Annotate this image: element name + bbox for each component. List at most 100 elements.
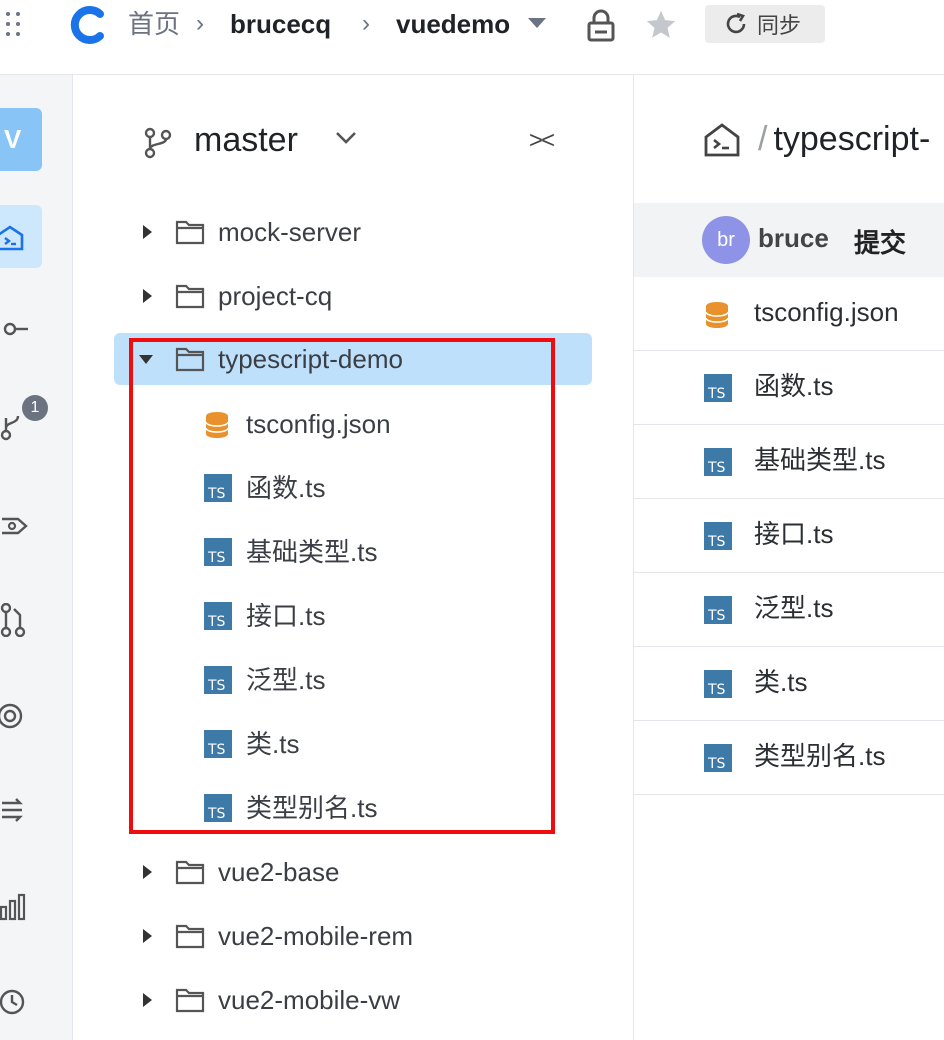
collapse-panel-icon[interactable]: ><	[529, 127, 555, 155]
collapse-arrow-icon[interactable]	[139, 355, 153, 364]
expand-arrow-icon[interactable]	[143, 929, 152, 943]
expand-arrow-icon[interactable]	[143, 289, 152, 303]
refresh-icon	[726, 12, 746, 34]
stats-icon[interactable]	[0, 893, 28, 921]
svg-text:TS: TS	[207, 614, 226, 630]
tree-folder-row[interactable]: vue2-mobile-vw	[73, 974, 633, 1026]
file-name[interactable]: 函数.ts	[754, 369, 833, 403]
left-nav-rail: V 1	[0, 75, 73, 1040]
pull-request-icon[interactable]	[0, 603, 26, 637]
expand-arrow-icon[interactable]	[143, 865, 152, 879]
folder-icon	[175, 220, 205, 245]
nav-code-active[interactable]	[0, 205, 42, 268]
star-icon[interactable]	[644, 8, 678, 42]
folder-icon	[175, 860, 205, 885]
file-list-item[interactable]: TS 类.ts	[634, 647, 944, 721]
tree-file-row[interactable]: TS 泛型.ts	[73, 654, 633, 706]
svg-text:TS: TS	[707, 386, 726, 402]
folder-icon	[175, 924, 205, 949]
typescript-file-icon: TS	[204, 730, 232, 758]
latest-commit-row[interactable]: br bruce 提交	[634, 203, 944, 277]
file-name: 接口.ts	[246, 601, 326, 631]
history-icon[interactable]	[0, 987, 28, 1017]
notification-badge: 1	[22, 395, 48, 421]
svg-text:TS: TS	[207, 550, 226, 566]
chevron-down-icon[interactable]	[335, 131, 357, 145]
sync-button[interactable]: 同步	[705, 5, 825, 43]
file-list-item[interactable]: TS 函数.ts	[634, 351, 944, 425]
tree-file-row[interactable]: TS 类.ts	[73, 718, 633, 770]
tree-folder-row[interactable]: vue2-mobile-rem	[73, 910, 633, 962]
top-bar: 首页 › brucecq › vuedemo 同步	[0, 0, 944, 75]
repo-dropdown-icon[interactable]	[528, 18, 546, 28]
typescript-file-icon: TS	[204, 666, 232, 694]
tree-folder-row[interactable]: mock-server	[73, 206, 633, 258]
typescript-file-icon: TS	[704, 522, 732, 550]
typescript-file-icon: TS	[704, 448, 732, 476]
tree-file-row[interactable]: TS 接口.ts	[73, 590, 633, 642]
file-list-panel: / typescript- br bruce 提交 tsconfig.json T…	[634, 75, 944, 1040]
typescript-file-icon: TS	[704, 596, 732, 624]
breadcrumb-repo[interactable]: vuedemo	[396, 8, 510, 40]
svg-text:TS: TS	[707, 756, 726, 772]
commit-author[interactable]: bruce	[758, 223, 829, 254]
path-separator: /	[758, 120, 768, 158]
file-name[interactable]: 泛型.ts	[754, 591, 833, 625]
typescript-file-icon: TS	[204, 602, 232, 630]
breadcrumb-separator: ›	[362, 10, 370, 37]
file-name[interactable]: 类型别名.ts	[754, 739, 885, 773]
app-logo-icon[interactable]	[66, 4, 108, 46]
file-name: 函数.ts	[246, 473, 326, 503]
typescript-file-icon: TS	[704, 374, 732, 402]
file-name[interactable]: tsconfig.json	[754, 295, 899, 329]
tag-icon[interactable]	[0, 513, 28, 539]
breadcrumb-home[interactable]: 首页	[128, 8, 180, 40]
tree-file-row[interactable]: TS 类型别名.ts	[73, 782, 633, 834]
file-list-item[interactable]: TS 基础类型.ts	[634, 425, 944, 499]
avatar: br	[702, 216, 750, 264]
commit-message[interactable]: 提交	[854, 223, 906, 260]
folder-name: vue2-base	[218, 857, 340, 887]
typescript-file-icon: TS	[704, 744, 732, 772]
breadcrumb-owner[interactable]: brucecq	[230, 8, 331, 40]
lock-icon[interactable]	[586, 8, 616, 42]
file-list-item[interactable]: TS 类型别名.ts	[634, 721, 944, 795]
file-name[interactable]: 接口.ts	[754, 517, 833, 551]
folder-name: project-cq	[218, 281, 333, 311]
tree-folder-row[interactable]: project-cq	[73, 270, 633, 322]
path-folder[interactable]: typescript-	[773, 120, 930, 158]
tree-file-row[interactable]: TS 基础类型.ts	[73, 526, 633, 578]
svg-text:TS: TS	[707, 608, 726, 624]
repo-home-icon[interactable]	[704, 123, 740, 157]
branch-selector[interactable]: master	[194, 119, 298, 161]
file-list-item[interactable]: tsconfig.json	[634, 277, 944, 351]
json-file-icon	[705, 302, 729, 328]
svg-text:TS: TS	[207, 486, 226, 502]
tree-file-row[interactable]: tsconfig.json	[73, 398, 633, 450]
target-icon[interactable]	[0, 701, 28, 731]
expand-arrow-icon[interactable]	[143, 225, 152, 239]
file-list-item[interactable]: TS 泛型.ts	[634, 573, 944, 647]
file-name[interactable]: 基础类型.ts	[754, 443, 885, 477]
svg-text:TS: TS	[707, 682, 726, 698]
typescript-file-icon: TS	[204, 794, 232, 822]
project-avatar[interactable]: V	[0, 108, 42, 171]
apps-grid-icon[interactable]	[6, 12, 26, 38]
svg-text:TS: TS	[207, 742, 226, 758]
file-name[interactable]: 类.ts	[754, 665, 807, 699]
commit-icon[interactable]	[0, 319, 30, 339]
breadcrumb-separator: ›	[196, 10, 204, 37]
file-name: tsconfig.json	[246, 409, 391, 439]
expand-arrow-icon[interactable]	[143, 993, 152, 1007]
tree-folder-row[interactable]: vue2-base	[73, 846, 633, 898]
typescript-file-icon: TS	[704, 670, 732, 698]
code-icon	[0, 225, 24, 251]
tree-folder-row-selected[interactable]: typescript-demo	[114, 333, 592, 385]
file-tree-panel: master >< mock-server project-cq typescr…	[73, 75, 634, 1040]
pipeline-icon[interactable]	[0, 795, 26, 825]
svg-text:TS: TS	[207, 806, 226, 822]
file-list-item[interactable]: TS 接口.ts	[634, 499, 944, 573]
folder-name: typescript-demo	[218, 344, 403, 374]
file-name: 基础类型.ts	[246, 537, 378, 567]
tree-file-row[interactable]: TS 函数.ts	[73, 462, 633, 514]
